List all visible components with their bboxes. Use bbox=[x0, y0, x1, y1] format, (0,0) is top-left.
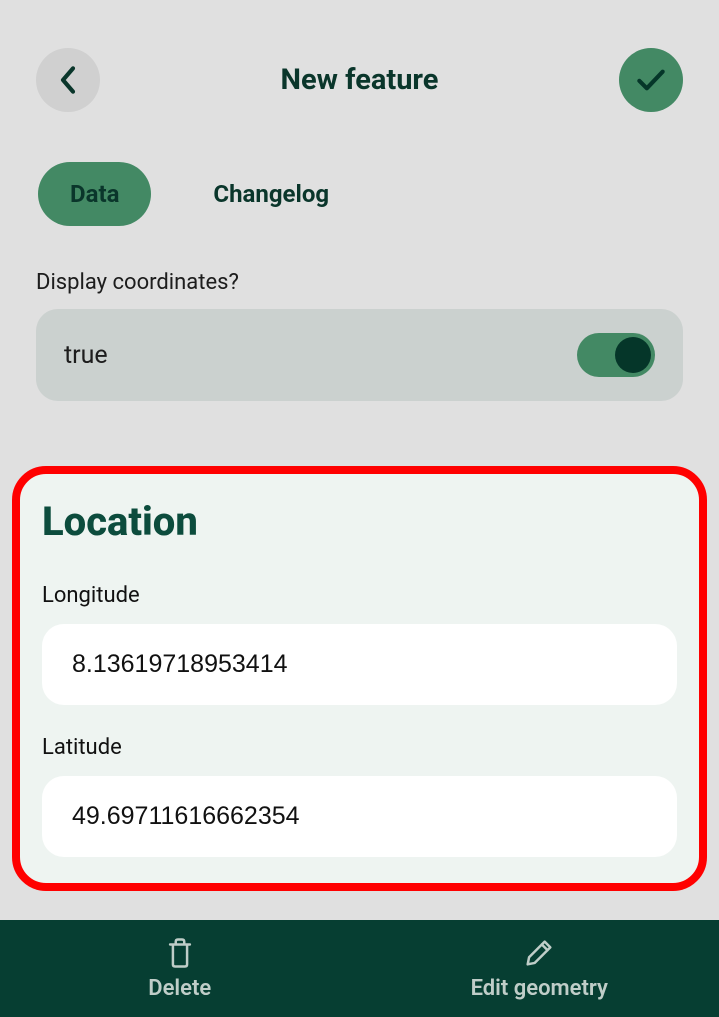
latitude-input[interactable] bbox=[42, 776, 677, 857]
location-title: Location bbox=[42, 498, 677, 545]
toggle-knob bbox=[615, 337, 651, 373]
tab-data[interactable]: Data bbox=[38, 162, 151, 226]
chevron-left-icon bbox=[58, 65, 78, 95]
display-coordinates-section: Display coordinates? true bbox=[0, 254, 719, 401]
longitude-label: Longitude bbox=[42, 583, 677, 608]
delete-button[interactable]: Delete bbox=[0, 920, 360, 1017]
latitude-label: Latitude bbox=[42, 735, 677, 760]
header: New feature bbox=[0, 0, 719, 136]
display-coordinates-box: true bbox=[36, 309, 683, 401]
longitude-input[interactable] bbox=[42, 624, 677, 705]
tabs: Data Changelog bbox=[0, 136, 719, 254]
display-coordinates-toggle[interactable] bbox=[577, 333, 655, 377]
display-coordinates-label: Display coordinates? bbox=[36, 270, 683, 295]
page-title: New feature bbox=[100, 63, 619, 97]
location-card: Location Longitude Latitude bbox=[12, 466, 707, 891]
tab-changelog[interactable]: Changelog bbox=[181, 162, 361, 226]
bottom-bar: Delete Edit geometry bbox=[0, 920, 719, 1017]
delete-label: Delete bbox=[148, 976, 211, 1001]
edit-geometry-button[interactable]: Edit geometry bbox=[360, 920, 719, 1017]
back-button[interactable] bbox=[36, 48, 100, 112]
check-icon bbox=[636, 68, 666, 92]
pencil-icon bbox=[522, 936, 556, 970]
trash-icon bbox=[163, 936, 197, 970]
edit-geometry-label: Edit geometry bbox=[471, 976, 608, 1001]
confirm-button[interactable] bbox=[619, 48, 683, 112]
display-coordinates-value: true bbox=[64, 341, 108, 370]
